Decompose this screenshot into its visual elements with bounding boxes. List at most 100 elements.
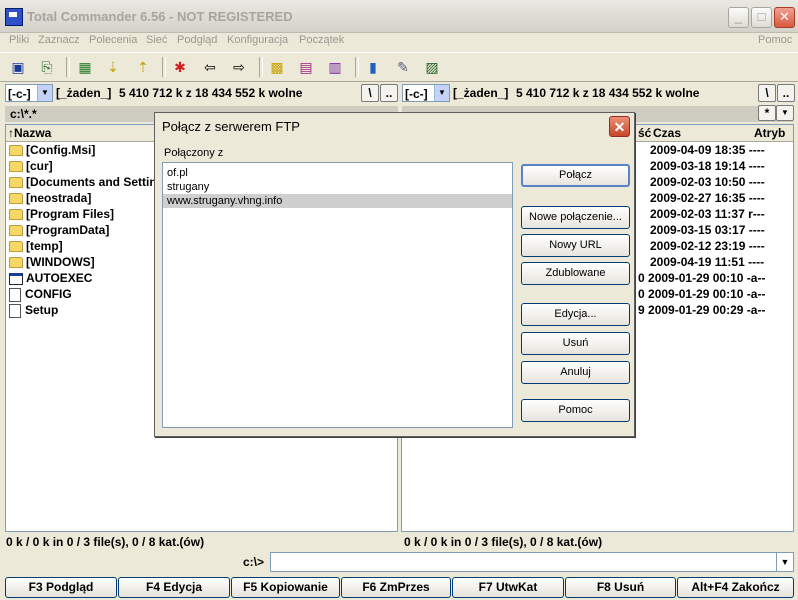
maximize-button[interactable]: □ [751, 7, 772, 28]
refresh-icon[interactable]: ▣ [9, 58, 27, 76]
table-row[interactable]: 2009-03-15 03:17 ---- [650, 222, 765, 238]
chevron-down-icon[interactable]: ▼ [776, 552, 794, 572]
right-up-button[interactable]: .. [777, 84, 795, 102]
list-item[interactable]: [neostrada] [9, 190, 91, 206]
ftp-connect-icon[interactable]: ▤ [297, 58, 315, 76]
ftp-new-icon[interactable]: ▥ [326, 58, 344, 76]
left-drive-select[interactable]: [-c-] ▼ [5, 84, 53, 102]
cancel-button[interactable]: Anuluj [521, 361, 630, 384]
list-item[interactable]: AUTOEXEC [9, 270, 92, 286]
menu-item-zaznacz[interactable]: Zaznacz [38, 34, 80, 46]
menu-item-pomoc[interactable]: Pomoc [758, 34, 792, 46]
menu-item-pliki[interactable]: Pliki [9, 34, 29, 46]
list-item[interactable]: CONFIG [9, 286, 72, 302]
select-all-icon[interactable]: ▦ [76, 58, 94, 76]
table-row[interactable]: 2009-04-09 18:35 ---- [650, 142, 765, 158]
column-attr[interactable]: Atryb [754, 126, 785, 140]
asterisk-icon[interactable]: ✱ [171, 58, 189, 76]
new-connection-button[interactable]: Nowe połączenie... [521, 206, 630, 229]
list-item[interactable]: of.pl [163, 166, 512, 180]
column-date[interactable]: Czas [653, 126, 681, 140]
menu-item-konfiguracja[interactable]: Konfiguracja [227, 34, 288, 46]
table-row[interactable]: 0 2009-01-29 00:10 -a-- [638, 270, 765, 286]
picture-icon[interactable]: ▨ [423, 58, 441, 76]
minimize-button[interactable]: _ [728, 7, 749, 28]
f7-mkdir-button[interactable]: F7 UtwKat [452, 577, 564, 598]
edit-note-icon[interactable]: ✎ [394, 58, 412, 76]
right-filter-button[interactable]: * [758, 105, 776, 121]
list-item-selected[interactable]: www.strugany.vhng.info [163, 194, 512, 208]
row-date: 2009-04-09 18:35 [650, 143, 746, 157]
menu-item-poczatek[interactable]: Początek [299, 34, 344, 46]
column-size[interactable]: ść [638, 126, 651, 140]
file-name: [WINDOWS] [26, 255, 95, 269]
pack-icon[interactable]: ⇡ [134, 58, 152, 76]
help-button[interactable]: Pomoc [521, 399, 630, 422]
left-up-button[interactable]: .. [380, 84, 398, 102]
connections-list[interactable]: of.pl strugany www.strugany.vhng.info [162, 162, 513, 428]
view-icon[interactable]: ⎘ [38, 58, 56, 76]
right-free-space: 5 410 712 k z 18 434 552 k wolne [516, 86, 700, 100]
row-date: 2009-01-29 00:29 [648, 303, 744, 317]
row-attr: ---- [748, 143, 765, 157]
alt-f4-exit-button[interactable]: Alt+F4 Zakończ [677, 577, 794, 598]
list-item[interactable]: [Program Files] [9, 206, 114, 222]
close-button[interactable]: ✕ [774, 7, 795, 28]
row-attr: -a-- [746, 271, 766, 285]
table-row[interactable]: 2009-04-19 11:51 ---- [650, 254, 764, 270]
dialog-title-bar: Połącz z serwerem FTP ✕ [155, 113, 634, 139]
list-item[interactable]: [ProgramData] [9, 222, 109, 238]
right-root-button[interactable]: \ [758, 84, 776, 102]
table-row[interactable]: 2009-02-03 10:50 ---- [650, 174, 765, 190]
list-item[interactable]: [WINDOWS] [9, 254, 95, 270]
table-row[interactable]: 0 2009-01-29 00:10 -a-- [638, 286, 765, 302]
f4-edit-button[interactable]: F4 Edycja [118, 577, 230, 598]
row-attr: ---- [748, 255, 765, 269]
list-item[interactable]: [cur] [9, 158, 53, 174]
table-row[interactable]: 9 2009-01-29 00:29 -a-- [638, 302, 765, 318]
f5-copy-button[interactable]: F5 Kopiowanie [231, 577, 340, 598]
file-name: [neostrada] [26, 191, 92, 205]
table-row[interactable]: 2009-02-12 23:19 ---- [650, 238, 765, 254]
menu-item-podglad[interactable]: Podgląd [177, 34, 217, 46]
table-row[interactable]: 2009-03-18 19:14 ---- [650, 158, 765, 174]
right-history-button[interactable]: ▼ [776, 105, 794, 121]
row-date: 2009-04-19 11:51 [650, 255, 745, 269]
duplicate-button[interactable]: Zdublowane [521, 262, 630, 285]
list-item[interactable]: [Config.Msi] [9, 142, 95, 158]
toolbar-separator [259, 57, 263, 77]
toolbar-separator [355, 57, 359, 77]
table-row[interactable]: 2009-02-03 11:37 r--- [650, 206, 765, 222]
list-item[interactable]: strugany [163, 180, 512, 194]
folder-icon [9, 257, 23, 269]
f3-view-button[interactable]: F3 Podgląd [5, 577, 117, 598]
notebook-icon[interactable]: ▮ [364, 58, 382, 76]
cubes-icon[interactable]: ▩ [268, 58, 286, 76]
column-name[interactable]: ↑Nazwa [8, 126, 51, 140]
table-row[interactable]: 2009-02-27 16:35 ---- [650, 190, 765, 206]
list-item[interactable]: Setup [9, 302, 58, 318]
left-root-button[interactable]: \ [361, 84, 379, 102]
list-item[interactable]: [Documents and Settings] [9, 174, 175, 190]
delete-button[interactable]: Usuń [521, 332, 630, 355]
new-url-button[interactable]: Nowy URL [521, 234, 630, 257]
back-arrow-icon[interactable]: ⇦ [201, 58, 219, 76]
list-item[interactable]: [temp] [9, 238, 63, 254]
connect-button[interactable]: Połącz [521, 164, 630, 187]
left-drive-label: [-c-] [8, 87, 31, 101]
unpack-icon[interactable]: ⇣ [104, 58, 122, 76]
menu-item-polecenia[interactable]: Polecenia [89, 34, 137, 46]
f8-delete-button[interactable]: F8 Usuń [565, 577, 676, 598]
file-icon [9, 287, 21, 302]
command-line-input[interactable] [270, 552, 778, 572]
edit-button[interactable]: Edycja... [521, 303, 630, 326]
chevron-down-icon: ▼ [434, 85, 449, 101]
right-drive-select[interactable]: [-c-] ▼ [402, 84, 450, 102]
toolbar-separator [162, 57, 166, 77]
dialog-close-button[interactable]: ✕ [609, 116, 630, 137]
menu-item-siec[interactable]: Sieć [146, 34, 167, 46]
left-drive-bar: [-c-] ▼ [_żaden_] 5 410 712 k z 18 434 55… [0, 84, 400, 104]
file-name: [temp] [26, 239, 63, 253]
forward-arrow-icon[interactable]: ⇨ [230, 58, 248, 76]
f6-move-button[interactable]: F6 ZmPrzes [341, 577, 451, 598]
